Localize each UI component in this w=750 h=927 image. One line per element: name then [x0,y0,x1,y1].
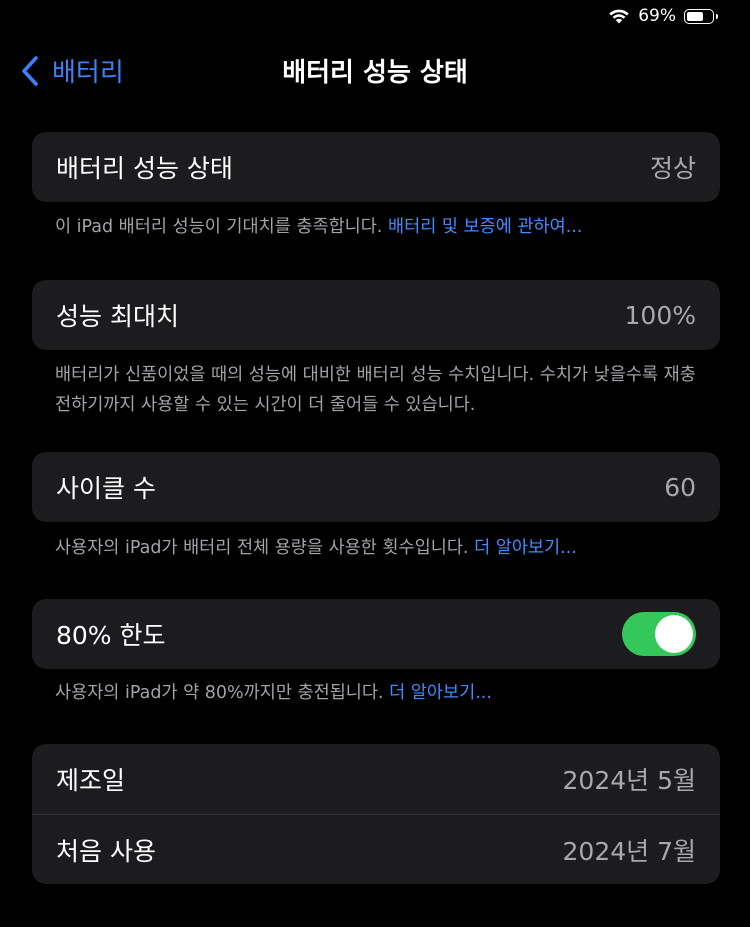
battery-percent: 69% [638,6,676,26]
max-capacity-row: 성능 최대치 100% [32,280,720,350]
max-capacity-value: 100% [624,300,696,330]
health-footnote-text: 이 iPad 배터리 성능이 기대치를 충족합니다. [55,217,388,237]
cycle-count-row: 사이클 수 60 [32,452,720,522]
cycle-count-value: 60 [664,472,696,502]
max-capacity-footnote: 배터리가 신품이었을 때의 성능에 대비한 배터리 성능 수치입니다. 수치가 … [55,365,696,415]
health-value: 정상 [649,154,696,183]
manufactured-row: 제조일 2024년 5월 [32,744,720,814]
limit-80-toggle[interactable] [622,612,696,656]
limit-80-footnote-text: 사용자의 iPad가 약 80%까지만 충전됩니다. [55,683,390,703]
health-group: 배터리 성능 상태 정상 [32,132,720,202]
health-row: 배터리 성능 상태 정상 [32,132,720,202]
cycle-count-footnote: 사용자의 iPad가 배터리 전체 용량을 사용한 횟수입니다. 더 알아보기.… [55,533,705,563]
limit-80-footnote: 사용자의 iPad가 약 80%까지만 충전됩니다. 더 알아보기... [55,678,705,708]
cycle-count-group: 사이클 수 60 [32,452,720,522]
warranty-link[interactable]: 배터리 및 보증에 관하여... [388,217,582,237]
wifi-icon [609,9,629,24]
health-label: 배터리 성능 상태 [56,154,233,183]
toggle-knob [655,615,693,653]
cycle-count-footnote-text: 사용자의 iPad가 배터리 전체 용량을 사용한 횟수입니다. [55,538,475,558]
navigation-bar: 배터리 배터리 성능 상태 [0,46,750,92]
first-use-row: 처음 사용 2024년 7월 [32,814,720,884]
first-use-label: 처음 사용 [56,836,156,866]
page-title: 배터리 성능 상태 [282,58,468,88]
status-bar: 69% [608,6,718,26]
limit-80-label: 80% 한도 [56,621,166,650]
max-capacity-label: 성능 최대치 [56,302,179,331]
limit-80-group: 80% 한도 [32,599,720,669]
dates-group: 제조일 2024년 5월 처음 사용 2024년 7월 [32,744,720,884]
manufactured-label: 제조일 [56,766,126,795]
battery-icon [684,8,718,24]
health-footnote: 이 iPad 배터리 성능이 기대치를 충족합니다. 배터리 및 보증에 관하여… [55,212,705,242]
limit-80-row: 80% 한도 [32,599,720,669]
cycle-learn-more-link[interactable]: 더 알아보기... [474,538,577,558]
manufactured-value: 2024년 5월 [562,766,696,795]
first-use-value: 2024년 7월 [562,836,696,866]
cycle-count-label: 사이클 수 [56,474,156,503]
limit-learn-more-link[interactable]: 더 알아보기... [389,683,492,703]
max-capacity-group: 성능 최대치 100% [32,280,720,350]
